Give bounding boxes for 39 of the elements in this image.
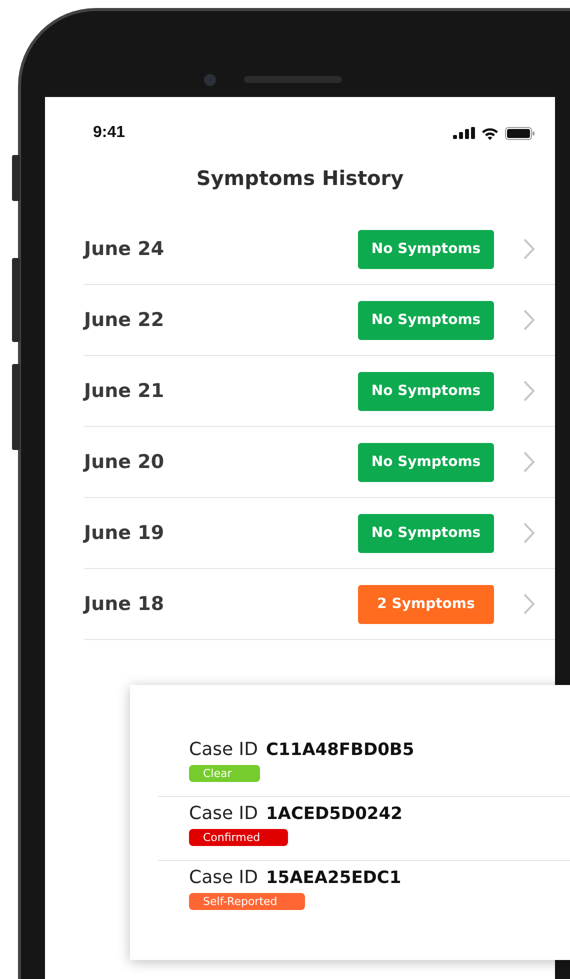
case-id-label: Case ID: [189, 803, 258, 824]
history-row[interactable]: June 19 No Symptoms: [84, 498, 555, 569]
date-label: June 19: [84, 522, 166, 544]
chevron-icon: [523, 593, 535, 615]
date-label: June 21: [84, 380, 166, 402]
battery-icon: [505, 126, 535, 140]
case-status-tag: Confirmed: [189, 829, 288, 846]
status-badge: No Symptoms: [358, 300, 494, 340]
chevron-icon: [523, 451, 535, 473]
case-id-value: 1ACED5D0242: [266, 804, 402, 824]
status-badge: No Symptoms: [358, 442, 494, 482]
status-time: 9:41: [93, 124, 126, 142]
date-label: June 20: [84, 451, 166, 473]
status-badge: No Symptoms: [358, 514, 494, 552]
chevron-icon: [523, 522, 535, 544]
history-row[interactable]: June 24 No Symptoms: [84, 214, 555, 285]
case-status-tag: Self-Reported: [189, 893, 306, 910]
history-row[interactable]: June 18 2 Symptoms: [84, 569, 555, 640]
history-row[interactable]: June 20 No Symptoms: [84, 427, 555, 498]
case-id-value: C11A48FBD0B5: [266, 740, 414, 760]
status-badge: 2 Symptoms: [358, 584, 494, 624]
chevron-icon: [523, 380, 535, 402]
chevron-icon: [523, 309, 535, 331]
case-id-label: Case ID: [189, 867, 258, 888]
case-status-tag: Clear: [189, 765, 260, 782]
camera-icon: [204, 74, 216, 86]
chevron-icon: [523, 238, 535, 260]
history-row[interactable]: June 21 No Symptoms: [84, 356, 555, 427]
case-id-value: 15AEA25EDC1: [266, 868, 402, 888]
case-id-label: Case ID: [189, 739, 258, 760]
date-label: June 18: [84, 593, 166, 615]
wifi-icon: [481, 126, 499, 140]
history-row[interactable]: June 22 No Symptoms: [84, 285, 555, 356]
status-badge: No Symptoms: [358, 372, 494, 410]
date-label: June 22: [84, 309, 166, 331]
status-badge: No Symptoms: [358, 230, 494, 268]
signal-icon: [453, 127, 475, 139]
date-label: June 24: [84, 238, 166, 260]
screen-title: Symptoms History: [195, 166, 405, 190]
